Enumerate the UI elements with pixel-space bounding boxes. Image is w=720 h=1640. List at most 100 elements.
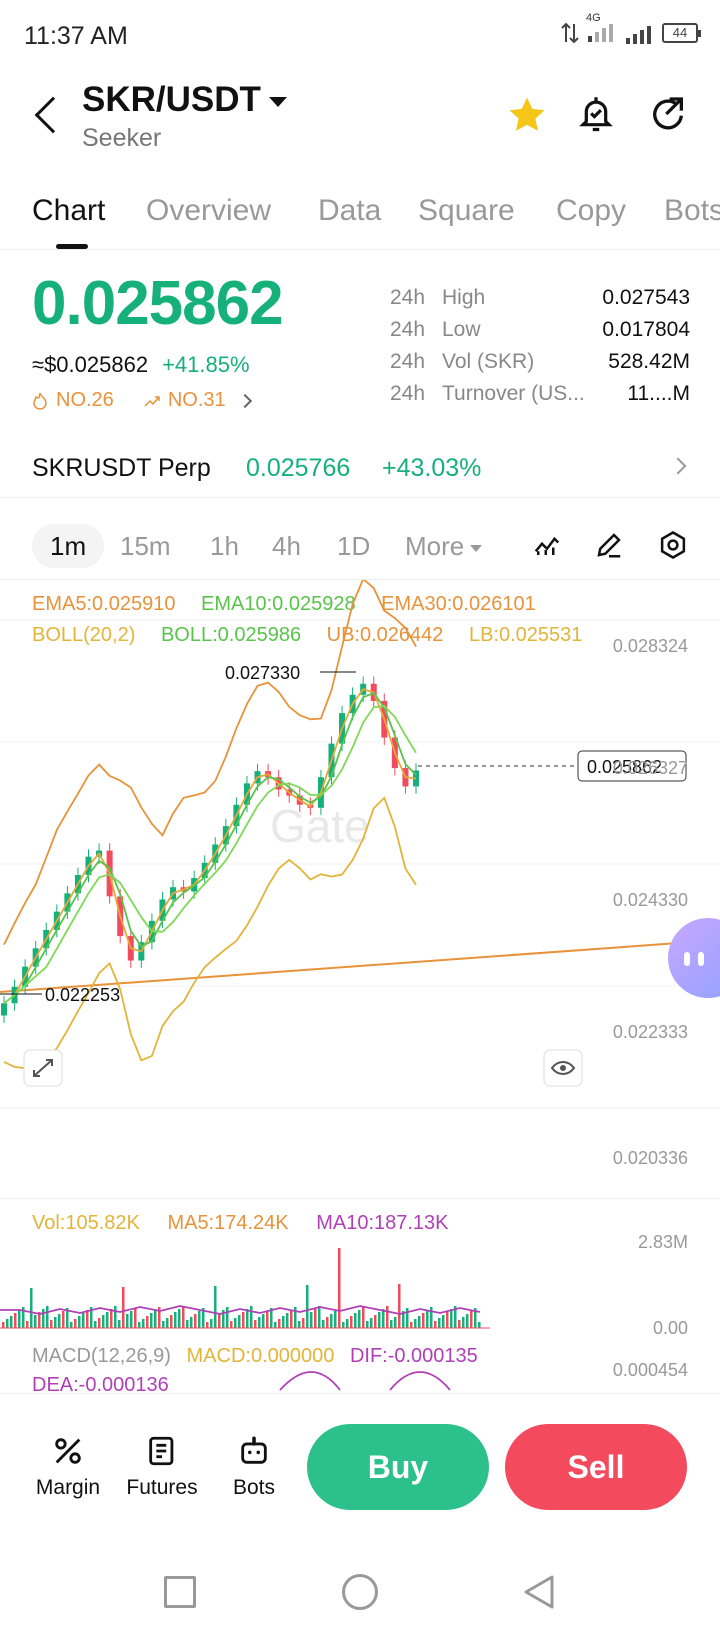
interval-1h[interactable]: 1h bbox=[210, 524, 239, 568]
tab-square[interactable]: Square bbox=[418, 194, 515, 228]
home-icon[interactable] bbox=[342, 1574, 378, 1610]
interval-more[interactable]: More bbox=[405, 524, 483, 568]
volume-bar bbox=[334, 1311, 337, 1328]
watermark: Gate bbox=[270, 800, 370, 852]
volume-bar bbox=[10, 1316, 13, 1328]
volume-bar bbox=[86, 1310, 89, 1328]
volume-bar bbox=[34, 1315, 37, 1328]
volume-bar bbox=[114, 1306, 117, 1328]
volume-bar bbox=[186, 1320, 189, 1328]
volume-bar bbox=[398, 1284, 401, 1328]
low-marker: 0.022253 bbox=[45, 985, 120, 1005]
back-nav-icon[interactable] bbox=[522, 1574, 556, 1610]
stat-turnover: 24h Turnover (US... 11....M bbox=[390, 378, 690, 410]
perp-change: +43.03% bbox=[382, 454, 482, 482]
perp-label: SKRUSDT Perp bbox=[32, 454, 211, 482]
tab-data[interactable]: Data bbox=[318, 194, 381, 228]
futures-button[interactable]: Futures bbox=[122, 1434, 202, 1500]
favorite-star-icon[interactable] bbox=[506, 94, 548, 136]
volume-bar bbox=[326, 1317, 329, 1328]
volume-bar bbox=[302, 1318, 305, 1328]
volume-bar bbox=[394, 1317, 397, 1328]
volume-bar bbox=[322, 1320, 325, 1328]
interval-1d[interactable]: 1D bbox=[337, 524, 370, 568]
volume-bar bbox=[354, 1313, 357, 1328]
tab-bots[interactable]: Bots bbox=[664, 194, 720, 228]
volume-axis-bottom: 0.00 bbox=[652, 1318, 688, 1338]
volume-bar bbox=[430, 1307, 433, 1328]
interval-4h[interactable]: 4h bbox=[272, 524, 301, 568]
tab-overview[interactable]: Overview bbox=[146, 194, 271, 228]
stat-high: 24h High 0.027543 bbox=[390, 282, 690, 314]
volume-bar bbox=[462, 1317, 465, 1328]
stat-label: Turnover (US... bbox=[442, 382, 585, 405]
pair-selector[interactable]: SKR/USDT bbox=[82, 80, 287, 120]
volume-bar bbox=[366, 1321, 369, 1328]
volume-bar bbox=[174, 1312, 177, 1328]
rank-row[interactable]: NO.26 NO.31 bbox=[32, 389, 252, 412]
y-tick: 0.022333 bbox=[612, 1022, 688, 1042]
volume-bar bbox=[318, 1306, 321, 1328]
sell-button[interactable]: Sell bbox=[505, 1424, 687, 1510]
volume-bar bbox=[2, 1322, 5, 1328]
price-alert-icon[interactable] bbox=[576, 94, 616, 136]
volume-bar bbox=[470, 1311, 473, 1328]
tab-copy[interactable]: Copy bbox=[556, 194, 626, 228]
volume-bar bbox=[274, 1322, 277, 1328]
volume-legend: Vol:105.82K MA5:174.24K MA10:187.13K bbox=[32, 1212, 449, 1235]
header: SKR/USDT Seeker bbox=[0, 72, 720, 162]
buy-button[interactable]: Buy bbox=[307, 1424, 489, 1510]
interval-15m[interactable]: 15m bbox=[120, 524, 171, 568]
signal-icon-2 bbox=[626, 25, 651, 44]
settings-icon[interactable] bbox=[658, 530, 688, 560]
volume-bar bbox=[194, 1314, 197, 1328]
volume-bar bbox=[26, 1321, 29, 1328]
recents-icon[interactable] bbox=[164, 1576, 196, 1608]
volume-bar bbox=[446, 1312, 449, 1328]
volume-chart[interactable] bbox=[0, 1240, 500, 1330]
stat-value: 11....M bbox=[627, 382, 690, 405]
share-icon[interactable] bbox=[648, 94, 688, 134]
high-marker: 0.027330 bbox=[225, 663, 300, 683]
draw-pencil-icon[interactable] bbox=[594, 530, 624, 560]
volume-bar bbox=[418, 1316, 421, 1328]
volume-bar bbox=[138, 1322, 141, 1328]
volume-bar bbox=[230, 1321, 233, 1328]
volume-bar bbox=[154, 1310, 157, 1328]
y-tick: 0.020336 bbox=[612, 1148, 688, 1168]
caret-down-icon bbox=[470, 544, 483, 552]
volume-bar bbox=[130, 1311, 133, 1328]
perp-row[interactable]: SKRUSDT Perp 0.025766 +43.03% bbox=[0, 438, 720, 498]
eye-icon[interactable] bbox=[543, 1049, 583, 1087]
volume-bar bbox=[450, 1309, 453, 1328]
boll-upper-band bbox=[3, 580, 417, 945]
stat-label: Low bbox=[442, 318, 481, 341]
stat-period: 24h bbox=[390, 318, 426, 341]
volume-bar bbox=[6, 1319, 9, 1328]
volume-bar bbox=[98, 1318, 101, 1328]
ema30-line bbox=[3, 705, 417, 1005]
volume-bar bbox=[210, 1319, 213, 1328]
status-icons: 4G 44 bbox=[560, 12, 701, 45]
back-icon[interactable] bbox=[34, 96, 72, 134]
trade-bar: Margin Futures Bots Buy Sell bbox=[0, 1393, 720, 1543]
volume-bar bbox=[82, 1313, 85, 1328]
tab-chart[interactable]: Chart bbox=[32, 194, 105, 228]
futures-label: Futures bbox=[126, 1476, 198, 1499]
margin-button[interactable]: Margin bbox=[28, 1434, 108, 1500]
volume-bar bbox=[386, 1306, 389, 1328]
indicator-icon[interactable] bbox=[532, 530, 562, 560]
volume-bar bbox=[206, 1322, 209, 1328]
bots-button[interactable]: Bots bbox=[214, 1434, 294, 1500]
volume-value: Vol:105.82K bbox=[32, 1212, 140, 1234]
stat-period: 24h bbox=[390, 382, 426, 405]
rank-gain: NO.31 bbox=[167, 389, 226, 411]
expand-icon[interactable] bbox=[23, 1049, 63, 1087]
usd-price-row: ≈$0.025862 +41.85% bbox=[32, 352, 250, 378]
volume-bar bbox=[426, 1310, 429, 1328]
volume-bar bbox=[74, 1319, 77, 1328]
volume-bar bbox=[234, 1318, 237, 1328]
macd-dif: DIF:-0.000135 bbox=[349, 1345, 478, 1367]
volume-bar bbox=[458, 1320, 461, 1328]
interval-1m[interactable]: 1m bbox=[32, 524, 105, 568]
